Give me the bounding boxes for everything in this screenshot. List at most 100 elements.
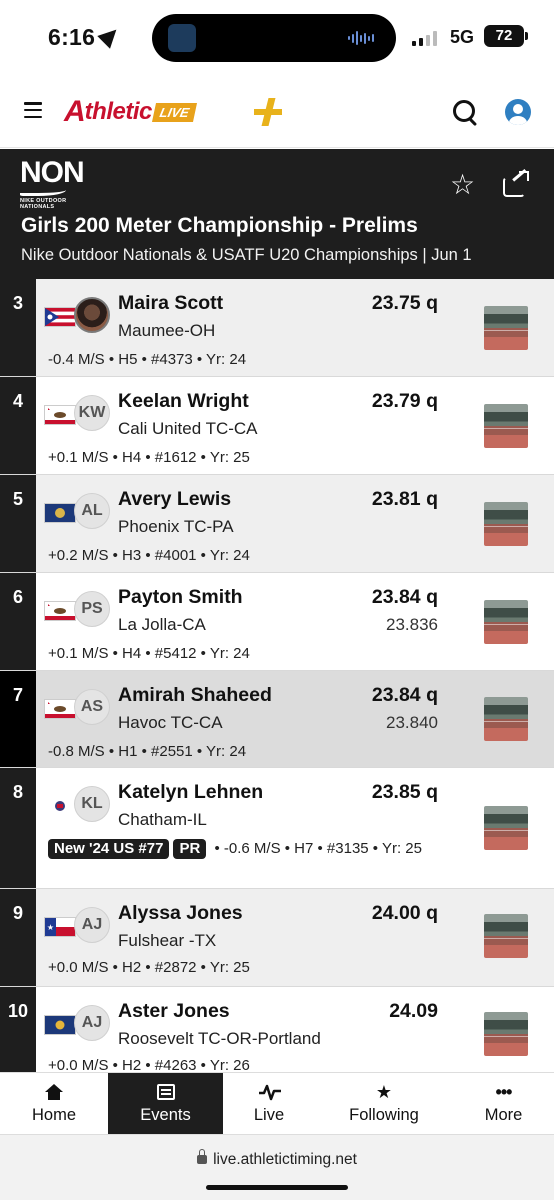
app-header: Athletic LIVE	[0, 76, 554, 148]
pennsylvania-flag-icon	[44, 503, 76, 523]
race-video-thumbnail[interactable]	[484, 697, 528, 741]
result-meta: -0.8 M/S • H1 • #2551 • Yr: 24	[48, 743, 247, 760]
place-number: 3	[12, 293, 23, 313]
share-icon[interactable]	[503, 169, 531, 197]
url-display[interactable]: live.athletictiming.net	[0, 1149, 554, 1169]
athlete-avatar: AJ	[74, 907, 110, 943]
result-mark-precise: 23.840	[386, 713, 438, 732]
logo-word: thletic	[84, 98, 153, 125]
favorite-star-icon[interactable]: ☆	[450, 171, 475, 199]
athlete-team: Fulshear -TX	[118, 931, 217, 950]
result-row[interactable]: 5 AL Avery Lewis Phoenix TC-PA 23.81 q +…	[0, 475, 554, 573]
nav-label: Events	[140, 1106, 191, 1124]
result-mark: 23.84 q	[371, 586, 438, 608]
athlete-name[interactable]: Alyssa Jones	[118, 902, 243, 925]
result-row[interactable]: 9 ★ AJ Alyssa Jones Fulshear -TX 24.00 q…	[0, 889, 554, 987]
event-subtitle: Nike Outdoor Nationals & USATF U20 Champ…	[21, 246, 472, 264]
bottom-nav: Home Events Live ★ Following ••• More	[0, 1072, 554, 1135]
svg-text:★: ★	[47, 923, 54, 932]
menu-icon[interactable]	[24, 102, 42, 118]
place-number: 9	[12, 903, 23, 923]
search-icon[interactable]	[453, 100, 479, 126]
nav-label: More	[484, 1106, 523, 1124]
athlete-name[interactable]: Amirah Shaheed	[118, 684, 272, 707]
meet-logo-text: NON	[20, 156, 85, 189]
athlete-team: Chatham-IL	[118, 810, 207, 829]
race-video-thumbnail[interactable]	[484, 914, 528, 958]
athlete-team: Maumee-OH	[118, 321, 216, 340]
us-rank-badge: New '24 US #77	[48, 839, 170, 859]
audio-wave-icon	[348, 30, 374, 46]
race-video-thumbnail[interactable]	[484, 404, 528, 448]
place-number: 4	[12, 391, 23, 411]
result-mark: 23.75 q	[371, 292, 438, 314]
athlete-avatar: KW	[74, 395, 110, 431]
result-meta: • -0.6 M/S • H7 • #3135 • Yr: 25	[214, 840, 422, 857]
location-arrow-icon	[97, 23, 123, 49]
athlete-avatar	[74, 297, 110, 333]
athlete-name[interactable]: Katelyn Lehnen	[118, 781, 263, 804]
place-number: 6	[12, 587, 23, 607]
event-header: NON NIKE OUTDOOR NATIONALS ☆ Girls 200 Me…	[0, 149, 554, 279]
nav-home[interactable]: Home	[0, 1073, 108, 1135]
race-video-thumbnail[interactable]	[484, 806, 528, 850]
lock-icon	[197, 1149, 208, 1164]
race-video-thumbnail[interactable]	[484, 1012, 528, 1056]
result-row[interactable]: 10 AJ Aster Jones Roosevelt TC-OR-Portla…	[0, 987, 554, 1072]
result-tags-meta: New '24 US #77 PR • -0.6 M/S • H7 • #3135…	[48, 838, 448, 860]
cell-signal-icon	[412, 30, 437, 46]
place-number: 7	[12, 685, 23, 705]
nav-label: Live	[253, 1106, 285, 1124]
athlete-team: Havoc TC-CA	[118, 713, 223, 732]
home-indicator[interactable]	[206, 1185, 348, 1190]
plus-icon[interactable]	[254, 98, 282, 126]
place-number: 10	[7, 1001, 29, 1021]
result-meta: +0.0 M/S • H2 • #2872 • Yr: 25	[48, 959, 250, 976]
result-meta: +0.1 M/S • H4 • #5412 • Yr: 24	[48, 645, 250, 662]
result-row[interactable]: 7 AS Amirah Shaheed Havoc TC-CA 23.84 q …	[0, 671, 554, 768]
result-row[interactable]: 6 PS Payton Smith La Jolla-CA 23.84 q 23…	[0, 573, 554, 671]
url-text: live.athletictiming.net	[213, 1151, 357, 1168]
browser-url-bar[interactable]: live.athletictiming.net	[0, 1134, 554, 1200]
status-time: 6:16	[48, 23, 123, 51]
athletic-live-logo[interactable]: Athletic LIVE	[64, 95, 197, 128]
result-mark: 23.79 q	[371, 390, 438, 412]
more-dots-icon: •••	[495, 1082, 513, 1102]
athlete-avatar: AL	[74, 493, 110, 529]
result-row[interactable]: 8 KL Katelyn Lehnen Chatham-IL 23.85 q N…	[0, 768, 554, 889]
athlete-name[interactable]: Keelan Wright	[118, 390, 249, 413]
result-mark: 24.09	[389, 1000, 438, 1022]
result-mark: 23.81 q	[371, 488, 438, 510]
result-meta: -0.4 M/S • H5 • #4373 • Yr: 24	[48, 351, 247, 368]
result-row[interactable]: 3 Maira Scott Maumee-OH 23.75 q -0.4 M/S…	[0, 279, 554, 377]
illinois-flag-icon	[44, 796, 76, 816]
result-row[interactable]: 4 KW Keelan Wright Cali United TC-CA 23.…	[0, 377, 554, 475]
place-number: 8	[12, 782, 23, 802]
events-list-icon	[156, 1083, 176, 1101]
meet-logo-subtext: NIKE OUTDOOR NATIONALS	[20, 198, 67, 210]
athlete-name[interactable]: Maira Scott	[118, 292, 223, 315]
oregon-flag-icon	[44, 1015, 76, 1035]
athlete-team: Phoenix TC-PA	[118, 517, 234, 536]
athlete-team: Roosevelt TC-OR-Portland	[118, 1029, 321, 1048]
athlete-name[interactable]: Aster Jones	[118, 1000, 230, 1023]
status-bar: 6:16 5G 72	[0, 0, 554, 76]
battery-icon: 72	[484, 25, 528, 47]
nav-label: Following	[349, 1106, 419, 1124]
account-icon[interactable]	[505, 99, 531, 125]
race-video-thumbnail[interactable]	[484, 502, 528, 546]
dynamic-island	[152, 14, 396, 62]
athlete-team: La Jolla-CA	[118, 615, 206, 634]
race-video-thumbnail[interactable]	[484, 600, 528, 644]
nav-more[interactable]: ••• More	[453, 1073, 554, 1135]
nav-following[interactable]: ★ Following	[315, 1073, 453, 1135]
result-meta: +0.0 M/S • H2 • #4263 • Yr: 26	[48, 1057, 250, 1072]
athlete-avatar: AJ	[74, 1005, 110, 1041]
result-meta: +0.1 M/S • H4 • #1612 • Yr: 25	[48, 449, 250, 466]
nav-live[interactable]: Live	[223, 1073, 315, 1135]
athlete-name[interactable]: Payton Smith	[118, 586, 243, 609]
athlete-name[interactable]: Avery Lewis	[118, 488, 231, 511]
race-video-thumbnail[interactable]	[484, 306, 528, 350]
athlete-avatar: AS	[74, 689, 110, 725]
nav-events[interactable]: Events	[108, 1073, 223, 1135]
